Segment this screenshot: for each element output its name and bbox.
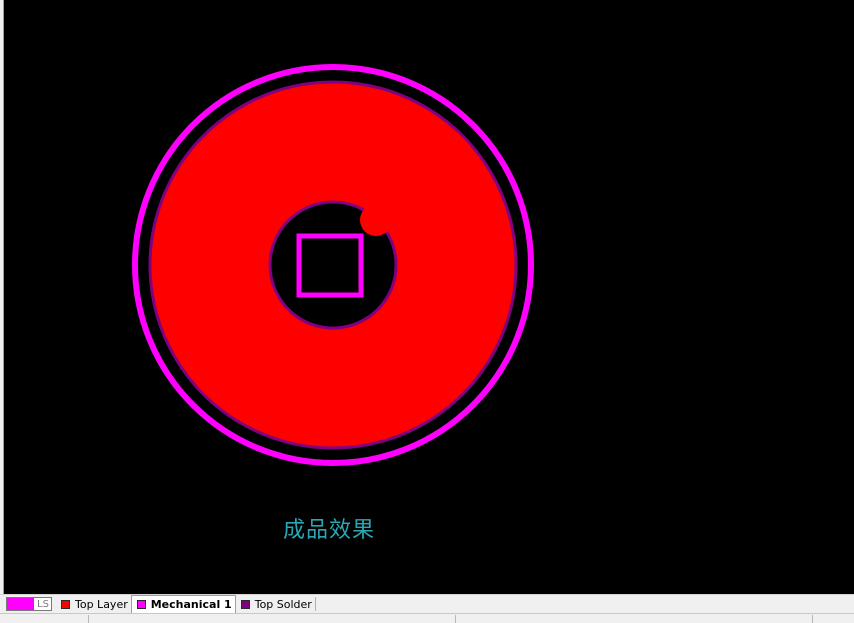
pcb-editor-window: 成品效果 LS Top Layer Mechanical 1 Top Solde…	[0, 0, 854, 623]
mechanical-1-color-swatch	[136, 600, 146, 609]
pcb-drawing	[132, 64, 534, 466]
tab-mechanical-1[interactable]: Mechanical 1	[130, 595, 236, 613]
status-cell	[812, 615, 813, 623]
layer-set-button[interactable]: LS	[6, 597, 52, 611]
copper-pad	[148, 80, 518, 450]
tab-divider	[314, 597, 316, 611]
tab-top-layer[interactable]: Top Layer	[56, 596, 131, 613]
inner-square	[296, 233, 364, 298]
canvas-caption: 成品效果	[282, 518, 375, 543]
pcb-canvas[interactable]	[4, 0, 854, 594]
status-cell	[88, 615, 89, 623]
tab-label: Top Layer	[75, 597, 128, 611]
status-bar	[0, 613, 854, 623]
status-cell	[455, 615, 456, 623]
top-solder-color-swatch	[240, 599, 250, 609]
layer-tab-bar: LS Top Layer Mechanical 1 Top Solder	[0, 594, 854, 613]
current-layer-swatch	[7, 598, 34, 610]
tab-top-solder[interactable]: Top Solder	[236, 596, 315, 613]
layer-set-label: LS	[37, 598, 49, 610]
tab-label: Mechanical 1	[150, 598, 232, 611]
tab-label: Top Solder	[254, 597, 312, 611]
top-layer-color-swatch	[61, 599, 70, 609]
notch-circle	[360, 204, 392, 236]
